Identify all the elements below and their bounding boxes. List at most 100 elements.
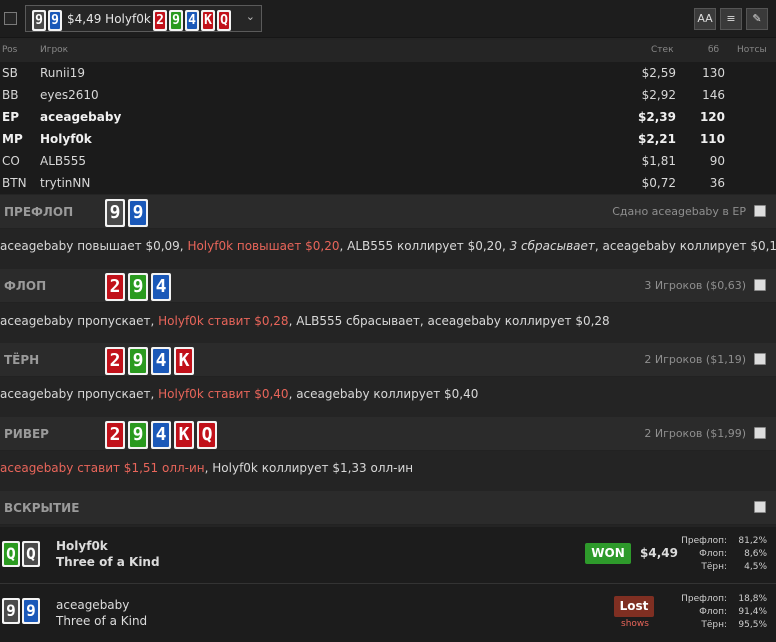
playing-card: K (174, 347, 194, 375)
playing-card: 2 (105, 347, 125, 375)
action-text: Holyf0k ставит $0,28 (158, 314, 289, 328)
playing-card: Q (22, 541, 40, 567)
playing-card: 2 (105, 273, 125, 301)
shows-link[interactable]: shows (621, 619, 649, 629)
player-row[interactable]: SB Runii19 $2,59 130 (0, 62, 776, 84)
lost-badge: Lost (614, 596, 654, 617)
result-cards: QQ (2, 541, 40, 567)
playing-card: 2 (153, 10, 167, 31)
list-view-button[interactable]: ≡ (720, 8, 742, 30)
won-badge: WON (585, 543, 631, 564)
note-icon[interactable] (754, 501, 766, 513)
result-cards: 99 (2, 598, 40, 624)
stat-value: 8,6% (744, 549, 767, 559)
col-pos: Pos (2, 45, 18, 55)
player-bb: 146 (702, 88, 725, 102)
flop-actions: aceagebaby пропускает, Holyf0k ставит $0… (0, 314, 776, 328)
player-bb: 120 (699, 110, 725, 124)
stat-label: Префлоп: (681, 594, 727, 604)
player-row[interactable]: BTN trytinNN $0,72 36 (0, 172, 776, 194)
player-pos: BTN (2, 176, 27, 190)
playing-card: 4 (151, 273, 171, 301)
street-info: 2 Игроков ($1,19) (644, 353, 746, 366)
player-stack: $2,59 (641, 66, 676, 80)
player-name: trytinNN (40, 176, 91, 190)
players-table: SB Runii19 $2,59 130 BB eyes2610 $2,92 146 EP ace… (0, 62, 776, 194)
stat-value: 4,5% (744, 562, 767, 572)
river-actions: aceagebaby ставит $1,51 олл-ин, Holyf0k … (0, 461, 776, 475)
won-amount: $4,49 (640, 546, 678, 560)
preflop-actions: aceagebaby повышает $0,09, Holyf0k повыш… (0, 239, 776, 253)
list-icon: ≡ (726, 12, 736, 25)
playing-card: K (201, 10, 215, 31)
playing-card: 9 (128, 347, 148, 375)
street-name: ТЁРН (4, 353, 40, 367)
action-text: Holyf0k ставит $0,40 (158, 387, 289, 401)
stat-value: 81,2% (738, 536, 767, 546)
playing-card: 4 (185, 10, 199, 31)
street-preflop: ПРЕФЛОП 99 Сдано aceagebaby в EP (0, 195, 776, 229)
stat-label: Тёрн: (701, 620, 727, 630)
player-row[interactable]: CO ALB555 $1,81 90 (0, 150, 776, 172)
street-flop: ФЛОП 294 3 Игроков ($0,63) (0, 269, 776, 303)
stat-label: Флоп: (699, 607, 727, 617)
font-size-icon: AA (697, 12, 713, 25)
font-size-button[interactable]: AA (694, 8, 716, 30)
player-name: Holyf0k (56, 539, 108, 553)
player-pos: CO (2, 154, 20, 168)
player-name: ALB555 (40, 154, 87, 168)
note-icon[interactable] (754, 205, 766, 217)
street-showdown: ВСКРЫТИЕ (0, 491, 776, 525)
action-text: aceagebaby пропускает, (0, 314, 159, 328)
street-cards: 99 (105, 199, 148, 227)
hand-selector-dropdown[interactable]: 99 $4,49 Holyf0k 294KQ ⌄ (25, 5, 262, 32)
note-icon[interactable] (754, 279, 766, 291)
stat-label: Тёрн: (701, 562, 727, 572)
turn-actions: aceagebaby пропускает, Holyf0k ставит $0… (0, 387, 776, 401)
player-stack: $2,21 (638, 132, 676, 146)
player-stack: $2,39 (638, 110, 676, 124)
edit-button[interactable]: ✎ (746, 8, 768, 30)
street-river: РИВЕР 294KQ 2 Игроков ($1,99) (0, 417, 776, 451)
playing-card: 9 (128, 199, 148, 227)
street-cards: 294 (105, 273, 171, 301)
col-bb: бб (708, 45, 720, 55)
playing-card: 9 (128, 421, 148, 449)
playing-card: 9 (2, 598, 20, 624)
col-player: Игрок (40, 45, 69, 55)
player-name: aceagebaby (56, 598, 130, 612)
street-info: Сдано aceagebaby в EP (612, 205, 746, 218)
hero-cards: 99 (32, 10, 62, 31)
player-stack: $2,92 (641, 88, 676, 102)
note-icon[interactable] (754, 353, 766, 365)
hand-summary: $4,49 Holyf0k (67, 12, 151, 26)
player-pos: SB (2, 66, 18, 80)
player-name: Runii19 (40, 66, 85, 80)
player-row[interactable]: MP Holyf0k $2,21 110 (0, 128, 776, 150)
note-icon[interactable] (754, 427, 766, 439)
player-pos: MP (2, 132, 23, 146)
chevron-down-icon: ⌄ (245, 10, 255, 23)
street-turn: ТЁРН 294K 2 Игроков ($1,19) (0, 343, 776, 377)
playing-card: Q (217, 10, 231, 31)
pencil-icon: ✎ (752, 12, 762, 25)
playing-card: 4 (151, 347, 171, 375)
action-text: , ALB555 сбрасывает, aceagebaby коллируе… (288, 314, 610, 328)
player-pos: BB (2, 88, 19, 102)
player-stack: $0,72 (641, 176, 676, 190)
hand-rank: Three of a Kind (56, 555, 160, 569)
player-row[interactable]: EP aceagebaby $2,39 120 (0, 106, 776, 128)
street-name: РИВЕР (4, 427, 49, 441)
select-hand-checkbox[interactable] (4, 12, 17, 25)
board-cards: 294KQ (153, 10, 231, 31)
player-pos: EP (2, 110, 19, 124)
player-name: aceagebaby (40, 110, 122, 124)
playing-card: 9 (22, 598, 40, 624)
action-text: aceagebaby пропускает, (0, 387, 159, 401)
playing-card: 2 (105, 421, 125, 449)
playing-card: 9 (169, 10, 183, 31)
player-row[interactable]: BB eyes2610 $2,92 146 (0, 84, 776, 106)
playing-card: K (174, 421, 194, 449)
hand-toolbar: 99 $4,49 Holyf0k 294KQ ⌄ AA ≡ ✎ (0, 0, 776, 38)
playing-card: 9 (105, 199, 125, 227)
